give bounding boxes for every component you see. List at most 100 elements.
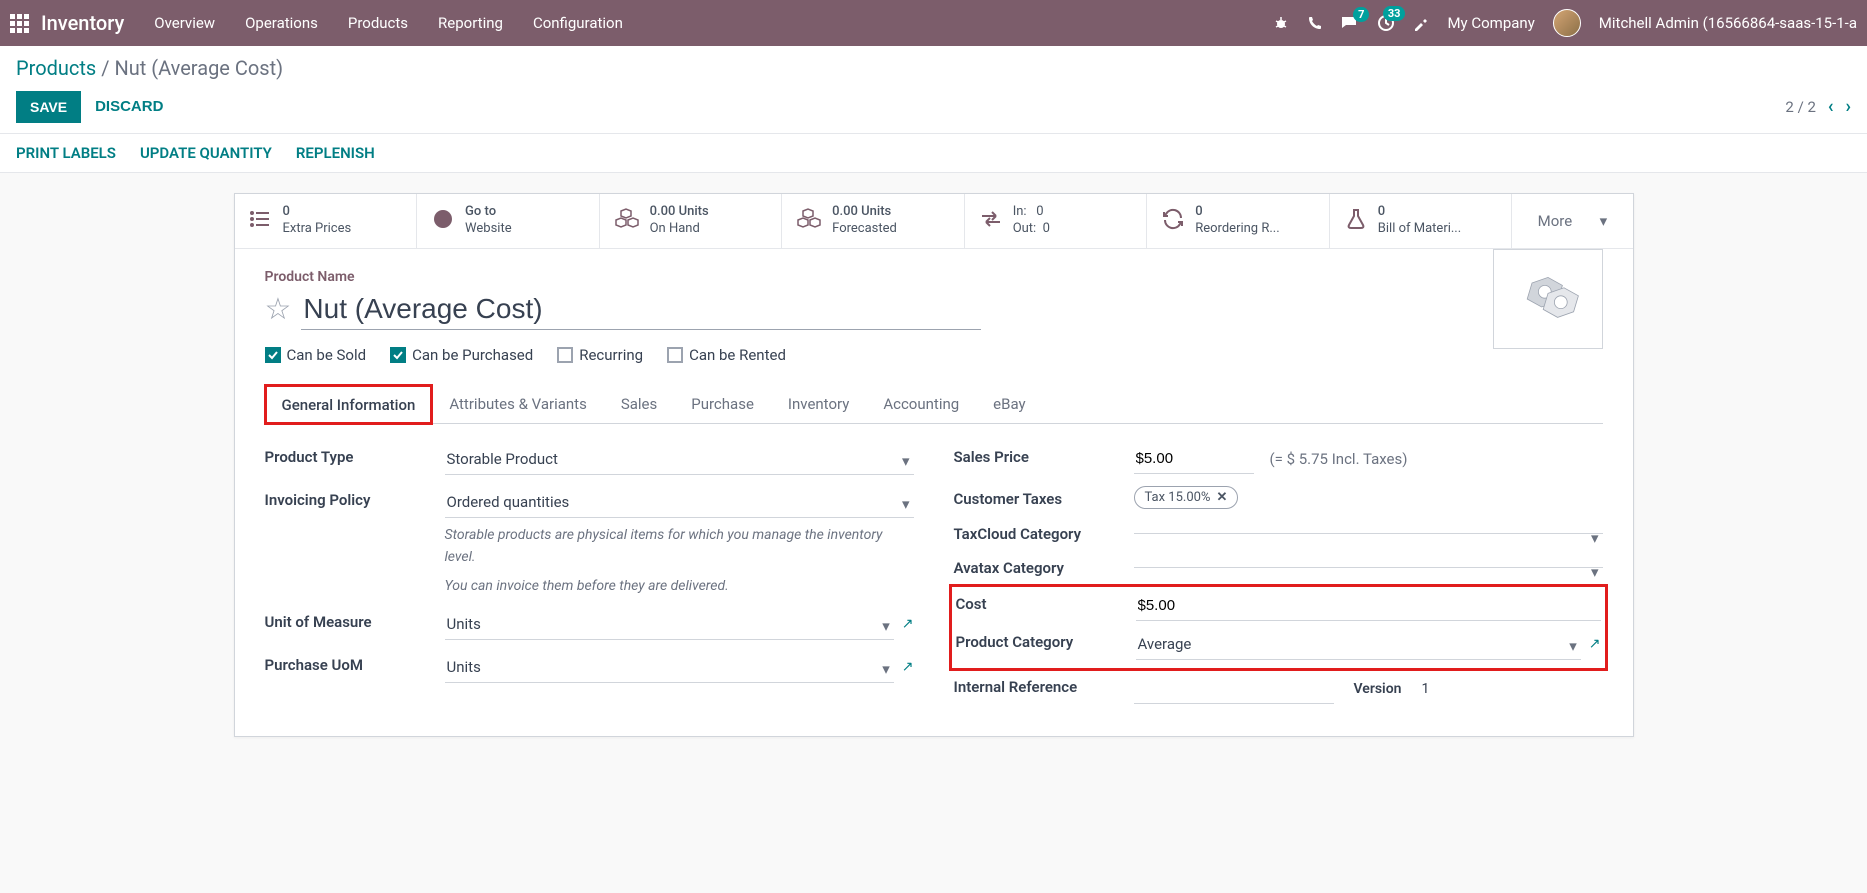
tab-ebay[interactable]: eBay: [976, 384, 1042, 423]
tabs: General Information Attributes & Variant…: [265, 384, 1603, 424]
stat-in-out[interactable]: In: 0 Out: 0: [965, 194, 1148, 248]
product-type-select[interactable]: Storable Product▾: [445, 444, 914, 475]
form-body: Product Name ☆ Can be Sold Can be Purcha…: [235, 249, 1633, 736]
invoicing-policy-select[interactable]: Ordered quantities▾: [445, 487, 914, 518]
sales-price-note: (= $ 5.75 Incl. Taxes): [1270, 450, 1408, 468]
field-product-type: Product Type Storable Product▾: [265, 444, 914, 475]
menu-overview[interactable]: Overview: [154, 14, 215, 32]
action-row: SAVE DISCARD 2 / 2 ‹ ›: [16, 90, 1851, 133]
purchase-uom-select[interactable]: Units▾: [445, 652, 894, 683]
stat-reordering[interactable]: 0Reordering R...: [1147, 194, 1330, 248]
tax-tag[interactable]: Tax 15.00%✕: [1134, 486, 1239, 509]
version-value: 1: [1421, 681, 1429, 697]
tab-attributes-variants[interactable]: Attributes & Variants: [432, 384, 603, 423]
uom-select[interactable]: Units▾: [445, 609, 894, 640]
caret-down-icon: ▾: [902, 495, 910, 513]
field-internal-reference: Internal Reference Version 1: [954, 674, 1603, 704]
taxcloud-select[interactable]: ▾: [1134, 521, 1603, 534]
cost-input[interactable]: [1136, 591, 1601, 621]
save-button[interactable]: SAVE: [16, 91, 81, 123]
caret-down-icon: ▾: [1591, 563, 1599, 581]
breadcrumb-root[interactable]: Products: [16, 56, 96, 80]
company-name[interactable]: My Company: [1447, 14, 1534, 32]
field-product-category: Product Category Average▾ ↗: [956, 629, 1601, 660]
print-labels-button[interactable]: PRINT LABELS: [16, 144, 116, 162]
stat-more[interactable]: More ▾: [1512, 194, 1632, 248]
form-grid: Product Type Storable Product▾ Invoicing…: [265, 444, 1603, 716]
menu-configuration[interactable]: Configuration: [533, 14, 623, 32]
user-avatar[interactable]: [1553, 9, 1581, 37]
boxes-icon: [614, 207, 640, 235]
update-quantity-button[interactable]: UPDATE QUANTITY: [140, 144, 272, 162]
pager-prev-icon[interactable]: ‹: [1828, 96, 1834, 117]
stat-on-hand[interactable]: 0.00 UnitsOn Hand: [600, 194, 783, 248]
help-text-2: You can invoice them before they are del…: [445, 575, 914, 597]
globe-icon: [431, 207, 455, 235]
field-sales-price: Sales Price (= $ 5.75 Incl. Taxes): [954, 444, 1603, 474]
caret-down-icon: ▾: [882, 660, 890, 678]
list-icon: [249, 207, 273, 235]
external-link-icon[interactable]: ↗: [902, 616, 914, 632]
stat-buttons: 0Extra Prices Go toWebsite 0.00 UnitsOn …: [235, 194, 1633, 249]
breadcrumb: Products / Nut (Average Cost): [16, 56, 1851, 80]
product-name-label: Product Name: [265, 269, 1603, 285]
topbar-right: 7 33 My Company Mitchell Admin (16566864…: [1273, 9, 1857, 37]
stat-extra-prices[interactable]: 0Extra Prices: [235, 194, 418, 248]
can-be-sold-checkbox[interactable]: Can be Sold: [265, 346, 367, 364]
breadcrumb-current: Nut (Average Cost): [114, 56, 283, 80]
tab-inventory[interactable]: Inventory: [771, 384, 866, 423]
remove-tag-icon[interactable]: ✕: [1216, 490, 1227, 505]
activity-icon[interactable]: 33: [1377, 14, 1395, 32]
flask-icon: [1344, 207, 1368, 235]
refresh-icon: [1161, 207, 1185, 235]
arrows-icon: [979, 207, 1003, 235]
pager-next-icon[interactable]: ›: [1846, 96, 1851, 117]
app-brand[interactable]: Inventory: [41, 11, 124, 35]
recurring-checkbox[interactable]: Recurring: [557, 346, 643, 364]
tab-sales[interactable]: Sales: [604, 384, 674, 423]
product-category-select[interactable]: Average▾: [1136, 629, 1581, 660]
field-avatax: Avatax Category ▾: [954, 555, 1603, 577]
pager: 2 / 2 ‹ ›: [1785, 96, 1851, 117]
tools-icon[interactable]: [1413, 15, 1429, 31]
form-toolbar: PRINT LABELS UPDATE QUANTITY REPLENISH: [0, 133, 1867, 173]
caret-down-icon: ▾: [1600, 212, 1608, 230]
tab-accounting[interactable]: Accounting: [866, 384, 976, 423]
messages-icon[interactable]: 7: [1341, 15, 1359, 31]
field-cost: Cost: [956, 591, 1601, 621]
main-menu: Overview Operations Products Reporting C…: [154, 14, 623, 32]
field-uom: Unit of Measure Units▾ ↗: [265, 609, 914, 640]
replenish-button[interactable]: REPLENISH: [296, 144, 375, 162]
tab-purchase[interactable]: Purchase: [674, 384, 771, 423]
activity-badge: 33: [1383, 6, 1406, 21]
stat-forecasted[interactable]: 0.00 UnitsForecasted: [782, 194, 965, 248]
internal-reference-input[interactable]: [1134, 674, 1334, 704]
external-link-icon[interactable]: ↗: [1589, 636, 1601, 652]
discard-button[interactable]: DISCARD: [81, 90, 177, 123]
menu-reporting[interactable]: Reporting: [438, 14, 503, 32]
stat-website[interactable]: Go toWebsite: [417, 194, 600, 248]
can-be-purchased-checkbox[interactable]: Can be Purchased: [390, 346, 533, 364]
tab-general-information[interactable]: General Information: [265, 385, 433, 424]
version-label: Version: [1354, 681, 1402, 697]
external-link-icon[interactable]: ↗: [902, 659, 914, 675]
user-name[interactable]: Mitchell Admin (16566864-saas-15-1-a: [1599, 14, 1857, 32]
caret-down-icon: ▾: [902, 452, 910, 470]
can-be-rented-checkbox[interactable]: Can be Rented: [667, 346, 786, 364]
sheet-wrap: 0Extra Prices Go toWebsite 0.00 UnitsOn …: [0, 173, 1867, 757]
product-name-input[interactable]: [301, 289, 981, 330]
phone-icon[interactable]: [1307, 15, 1323, 31]
sales-price-input[interactable]: [1134, 444, 1254, 474]
bug-icon[interactable]: [1273, 15, 1289, 31]
menu-products[interactable]: Products: [348, 14, 408, 32]
highlighted-cost-category: Cost Product Category Average▾ ↗: [954, 589, 1603, 666]
apps-grid-icon[interactable]: [10, 14, 29, 33]
product-image[interactable]: [1493, 249, 1603, 349]
favorite-star-icon[interactable]: ☆: [265, 292, 292, 327]
menu-operations[interactable]: Operations: [245, 14, 318, 32]
pager-text: 2 / 2: [1785, 98, 1816, 116]
avatax-select[interactable]: ▾: [1134, 555, 1603, 568]
form-col-left: Product Type Storable Product▾ Invoicing…: [265, 444, 914, 716]
stat-bom[interactable]: 0Bill of Materi...: [1330, 194, 1513, 248]
caret-down-icon: ▾: [1591, 529, 1599, 547]
